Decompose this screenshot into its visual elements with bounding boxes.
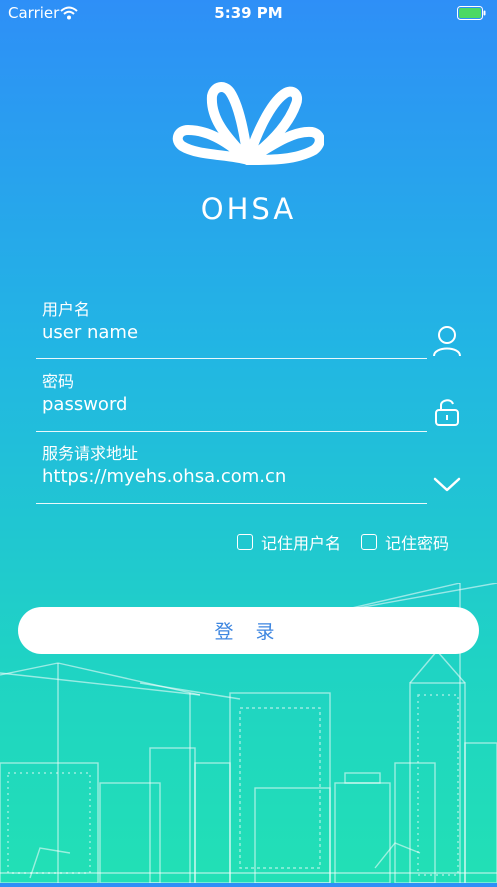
server-label: 服务请求地址: [42, 444, 139, 463]
username-label: 用户名: [42, 300, 91, 319]
user-icon: [432, 325, 462, 361]
brand-name: OHSA: [200, 192, 297, 226]
ohsa-logo-icon: [172, 82, 325, 184]
remember-password-label: 记住密码: [385, 534, 450, 553]
password-label: 密码: [42, 372, 75, 391]
password-underline: [36, 431, 427, 432]
server-underline: [36, 503, 427, 504]
city-skyline-illustration: [0, 582, 497, 884]
remember-password-toggle[interactable]: 记住密码: [361, 530, 449, 554]
username-input[interactable]: user name: [42, 322, 138, 343]
battery-icon: [457, 5, 487, 24]
username-underline: [36, 358, 427, 359]
password-input[interactable]: password: [42, 394, 127, 415]
chevron-down-icon[interactable]: [433, 476, 461, 498]
status-bar: Carrier 5:39 PM: [0, 0, 497, 26]
remember-username-label: 记住用户名: [261, 534, 342, 553]
remember-username-toggle[interactable]: 记住用户名: [237, 530, 341, 554]
remember-username-checkbox[interactable]: [237, 534, 253, 550]
remember-password-checkbox[interactable]: [361, 534, 377, 550]
unlock-icon[interactable]: [434, 397, 460, 431]
server-input[interactable]: https://myehs.ohsa.com.cn: [42, 466, 286, 487]
status-time: 5:39 PM: [214, 4, 283, 22]
